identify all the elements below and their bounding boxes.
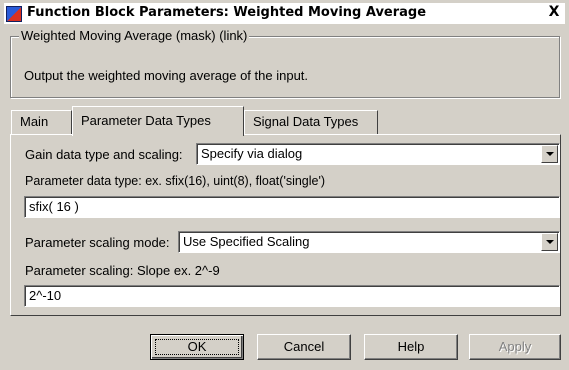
cancel-button-label: Cancel xyxy=(283,339,325,354)
ok-button[interactable]: OK xyxy=(150,334,244,360)
scaling-mode-dropdown-button[interactable] xyxy=(541,233,558,251)
tab-signal-data-types[interactable]: Signal Data Types xyxy=(244,110,378,134)
scaling-input[interactable]: 2^-10 xyxy=(24,285,560,307)
gain-dtype-dropdown-button[interactable] xyxy=(541,145,558,163)
scaling-mode-dropdown[interactable]: Use Specified Scaling xyxy=(178,231,560,253)
window-title: Function Block Parameters: Weighted Movi… xyxy=(27,5,427,20)
param-dtype-label: Parameter data type: ex. sfix(16), uint(… xyxy=(25,174,326,188)
tab-main[interactable]: Main xyxy=(11,110,72,134)
param-dtype-input[interactable]: sfix( 16 ) xyxy=(24,196,560,218)
tab-parameter-data-types-label: Parameter Data Types xyxy=(81,113,211,128)
tab-signal-data-types-label: Signal Data Types xyxy=(253,114,359,129)
simulink-icon xyxy=(6,6,22,22)
scaling-mode-label: Parameter scaling mode: xyxy=(25,235,170,250)
gain-dtype-value: Specify via dialog xyxy=(201,146,303,161)
dialog-window: Function Block Parameters: Weighted Movi… xyxy=(0,0,569,370)
help-button-label: Help xyxy=(397,339,425,354)
mask-group-legend: Weighted Moving Average (mask) (link) xyxy=(19,28,250,43)
close-button[interactable]: X xyxy=(546,5,562,20)
tab-main-label: Main xyxy=(20,114,49,129)
help-button[interactable]: Help xyxy=(364,334,458,360)
scaling-label: Parameter scaling: Slope ex. 2^-9 xyxy=(25,263,220,278)
chevron-down-icon xyxy=(546,240,554,244)
title-bar[interactable]: Function Block Parameters: Weighted Movi… xyxy=(4,3,565,24)
mask-description: Output the weighted moving average of th… xyxy=(24,68,309,83)
scaling-mode-value: Use Specified Scaling xyxy=(183,234,310,249)
gain-dtype-label: Gain data type and scaling: xyxy=(25,147,183,162)
mask-description-group xyxy=(10,36,560,98)
focus-rect xyxy=(155,339,239,355)
cancel-button[interactable]: Cancel xyxy=(257,334,351,360)
chevron-down-icon xyxy=(546,152,554,156)
tab-parameter-data-types[interactable]: Parameter Data Types xyxy=(72,106,244,136)
gain-dtype-dropdown[interactable]: Specify via dialog xyxy=(196,143,560,165)
apply-button-label: Apply xyxy=(498,339,532,354)
apply-button[interactable]: Apply xyxy=(469,334,561,360)
